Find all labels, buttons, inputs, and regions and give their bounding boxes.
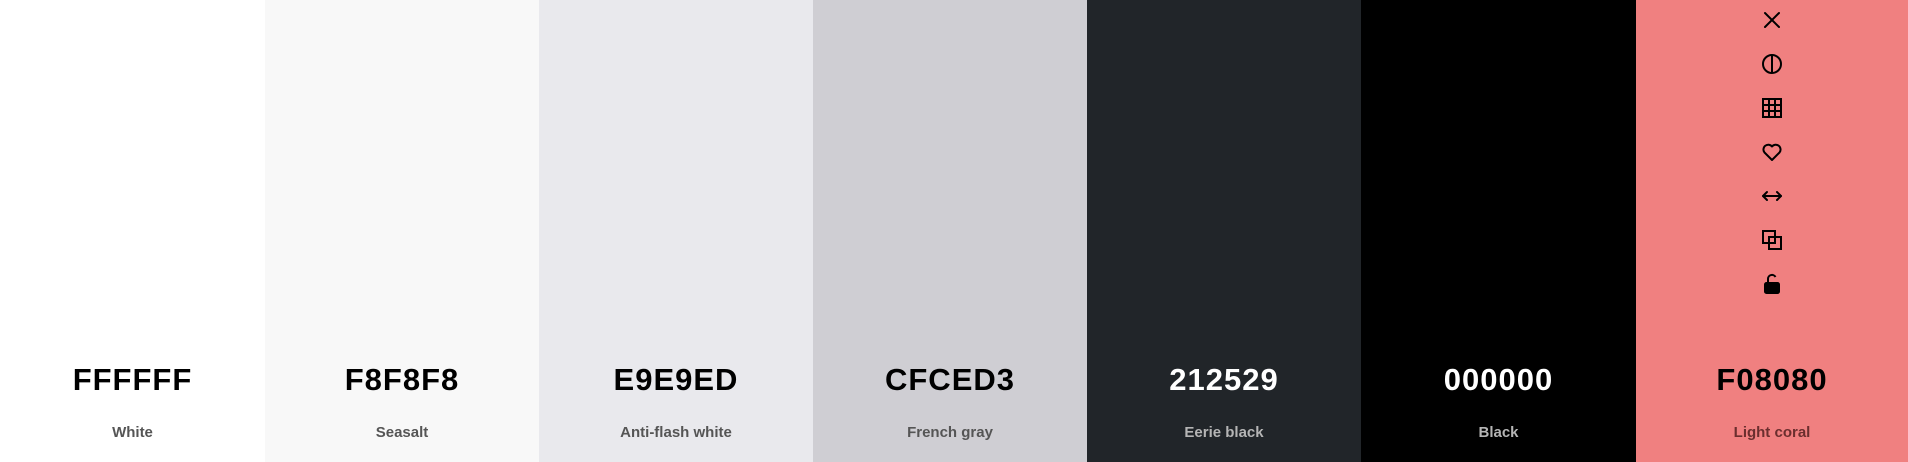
contrast-icon [1762,54,1782,74]
color-name[interactable]: French gray [813,424,1087,441]
drag-color-button[interactable] [1758,182,1786,210]
color-name[interactable]: Eerie black [1087,424,1361,441]
swatch-black[interactable]: 000000 Black [1361,0,1636,462]
color-palette: FFFFFF White F8F8F8 Seasalt E9E9ED Anti-… [0,0,1908,462]
hex-code[interactable]: CFCED3 [813,362,1087,398]
hex-code[interactable]: E9E9ED [539,362,813,398]
unlock-icon [1764,273,1780,294]
view-grid-button[interactable] [1758,94,1786,122]
swatch-white[interactable]: FFFFFF White [0,0,265,462]
swatch-toolbar [1636,0,1908,298]
color-name[interactable]: White [0,424,265,441]
swatch-light-coral[interactable]: F08080 Light coral [1636,0,1908,462]
lock-color-button[interactable] [1758,270,1786,298]
swatch-seasalt[interactable]: F8F8F8 Seasalt [265,0,539,462]
hex-code[interactable]: F08080 [1636,362,1908,398]
view-shades-button[interactable] [1758,50,1786,78]
copy-icon [1762,230,1782,250]
swatch-anti-flash-white[interactable]: E9E9ED Anti-flash white [539,0,813,462]
hex-code[interactable]: FFFFFF [0,362,265,398]
close-icon [1764,12,1780,28]
hex-code[interactable]: 000000 [1361,362,1636,398]
remove-color-button[interactable] [1758,6,1786,34]
swatch-french-gray[interactable]: CFCED3 French gray [813,0,1087,462]
color-name[interactable]: Black [1361,424,1636,441]
swatch-eerie-black[interactable]: 212529 Eerie black [1087,0,1361,462]
color-name[interactable]: Anti-flash white [539,424,813,441]
color-name[interactable]: Light coral [1636,424,1908,441]
hex-code[interactable]: 212529 [1087,362,1361,398]
grid-icon [1762,98,1782,118]
heart-icon [1762,143,1782,161]
favorite-color-button[interactable] [1758,138,1786,166]
swap-horizontal-icon [1762,191,1782,201]
color-name[interactable]: Seasalt [265,424,539,441]
copy-hex-button[interactable] [1758,226,1786,254]
hex-code[interactable]: F8F8F8 [265,362,539,398]
